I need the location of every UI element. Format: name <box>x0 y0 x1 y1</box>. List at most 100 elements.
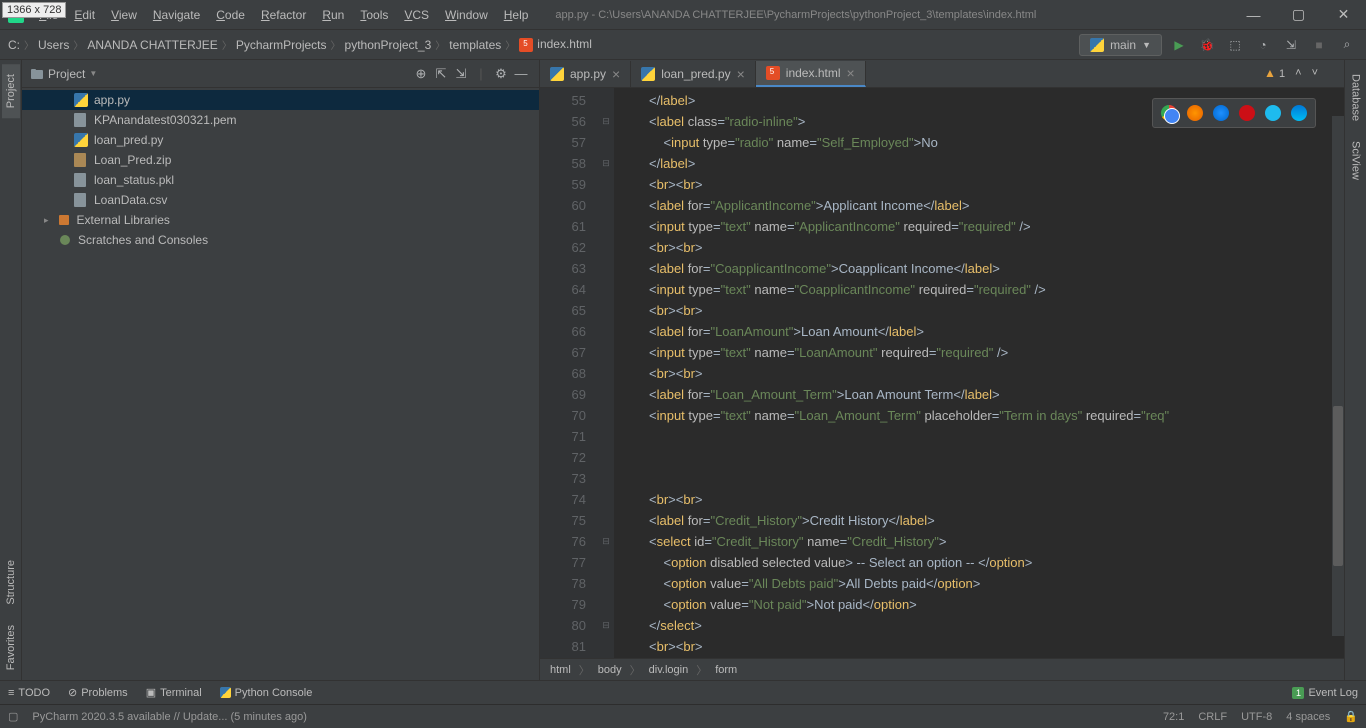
editor-crumb[interactable]: html <box>550 664 571 676</box>
status-message[interactable]: PyCharm 2020.3.5 available // Update... … <box>32 711 307 723</box>
editor-tab[interactable]: loan_pred.py× <box>631 61 756 87</box>
breadcrumb-item[interactable]: Users <box>38 38 69 52</box>
right-tool-stripe: Database SciView <box>1344 60 1366 680</box>
menu-view[interactable]: View <box>104 4 144 26</box>
event-log-button[interactable]: 1 Event Log <box>1292 687 1358 699</box>
attach-button[interactable]: ⇲ <box>1280 34 1302 56</box>
code-content[interactable]: </label> <label class="radio-inline"> <i… <box>614 88 1344 658</box>
breadcrumb-item[interactable]: index.html <box>519 37 592 52</box>
tree-item[interactable]: app.py <box>22 90 539 110</box>
menu-navigate[interactable]: Navigate <box>146 4 207 26</box>
file-encoding[interactable]: UTF-8 <box>1241 711 1272 723</box>
menu-edit[interactable]: Edit <box>67 4 102 26</box>
scrollbar-thumb[interactable] <box>1333 406 1343 566</box>
menu-help[interactable]: Help <box>497 4 536 26</box>
close-button[interactable]: ✕ <box>1321 0 1366 30</box>
line-ending[interactable]: CRLF <box>1198 711 1227 723</box>
divider: | <box>471 66 491 81</box>
editor-crumb[interactable]: form <box>715 664 737 676</box>
close-tab-icon[interactable]: × <box>612 66 620 82</box>
prev-highlight-icon[interactable]: ˄ <box>1295 67 1301 79</box>
menu-window[interactable]: Window <box>438 4 495 26</box>
profile-button[interactable]: ◔ <box>1252 34 1274 56</box>
python-console-toolwindow-tab[interactable]: Python Console <box>220 687 313 699</box>
breadcrumb-item[interactable]: templates <box>449 38 501 52</box>
favorites-toolwindow-tab[interactable]: Favorites <box>2 615 20 680</box>
notification-badge-icon: 1 <box>1292 687 1304 699</box>
menu-refactor[interactable]: Refactor <box>254 4 313 26</box>
close-tab-icon[interactable]: × <box>847 65 855 81</box>
todo-toolwindow-tab[interactable]: ≡TODO <box>8 687 50 699</box>
scratches[interactable]: Scratches and Consoles <box>22 230 539 250</box>
code-editor[interactable]: 5556575859606162636465666768697071727374… <box>540 88 1344 658</box>
warning-icon: ▲ <box>1264 66 1276 80</box>
project-toolwindow-tab[interactable]: Project <box>2 64 20 118</box>
terminal-toolwindow-tab[interactable]: ▣Terminal <box>146 686 202 699</box>
stop-button[interactable]: ■ <box>1308 34 1330 56</box>
settings-icon[interactable]: ⚙ <box>491 66 511 82</box>
menubar: FileEditViewNavigateCodeRefactorRunTools… <box>32 4 535 26</box>
problems-toolwindow-tab[interactable]: ⊘Problems <box>68 686 128 699</box>
editor-area: app.py×loan_pred.py×index.html× ▲ 1 ˄ ˅ … <box>540 60 1344 680</box>
caret-position[interactable]: 72:1 <box>1163 711 1184 723</box>
editor-crumb[interactable]: div.login <box>649 664 689 676</box>
coverage-button[interactable]: ⬚ <box>1224 34 1246 56</box>
database-toolwindow-tab[interactable]: Database <box>1347 64 1365 131</box>
editor-tab[interactable]: index.html× <box>756 61 866 87</box>
menu-code[interactable]: Code <box>209 4 252 26</box>
window-title: app.py - C:\Users\ANANDA CHATTERJEE\Pych… <box>555 9 1231 21</box>
run-config-label: main <box>1110 38 1136 52</box>
dimensions-badge: 1366 x 728 <box>2 2 66 18</box>
vertical-scrollbar[interactable] <box>1332 116 1344 636</box>
tree-item[interactable]: Loan_Pred.zip <box>22 150 539 170</box>
project-tree[interactable]: app.pyKPAnandatest030321.pemloan_pred.py… <box>22 88 539 680</box>
search-everywhere-button[interactable]: ⌕ <box>1336 34 1358 56</box>
minimize-button[interactable]: — <box>1231 0 1276 30</box>
close-tab-icon[interactable]: × <box>737 66 745 82</box>
bottom-tool-stripe: ≡TODO ⊘Problems ▣Terminal Python Console… <box>0 680 1366 704</box>
editor-breadcrumbs: html〉body〉div.login〉form <box>540 658 1344 680</box>
tree-item[interactable]: loan_pred.py <box>22 130 539 150</box>
expand-all-icon[interactable]: ⇱ <box>431 66 451 82</box>
maximize-button[interactable]: ▢ <box>1276 0 1321 30</box>
titlebar: FileEditViewNavigateCodeRefactorRunTools… <box>0 0 1366 30</box>
breadcrumb-item[interactable]: PycharmProjects <box>236 38 327 52</box>
navbar: C:〉Users〉ANANDA CHATTERJEE〉PycharmProjec… <box>0 30 1366 60</box>
breadcrumb-item[interactable]: ANANDA CHATTERJEE <box>87 38 217 52</box>
lock-icon[interactable]: 🔒 <box>1344 710 1358 723</box>
editor-tab[interactable]: app.py× <box>540 61 631 87</box>
structure-toolwindow-tab[interactable]: Structure <box>2 550 20 615</box>
debug-button[interactable]: 🐞 <box>1196 34 1218 56</box>
inspection-badge[interactable]: ▲ 1 ˄ ˅ <box>1264 66 1318 80</box>
menu-run[interactable]: Run <box>315 4 351 26</box>
indent-config[interactable]: 4 spaces <box>1286 711 1330 723</box>
run-button[interactable]: ▶ <box>1168 34 1190 56</box>
tree-item[interactable]: loan_status.pkl <box>22 170 539 190</box>
statusbar: ▢ PyCharm 2020.3.5 available // Update..… <box>0 704 1366 728</box>
tree-item[interactable]: KPAnandatest030321.pem <box>22 110 539 130</box>
left-tool-stripe: Project Structure Favorites <box>0 60 22 680</box>
chevron-down-icon: ▼ <box>1142 40 1151 50</box>
editor-tabs: app.py×loan_pred.py×index.html× <box>540 60 1344 88</box>
breadcrumb-item[interactable]: C: <box>8 38 20 52</box>
next-highlight-icon[interactable]: ˅ <box>1312 67 1318 79</box>
editor-crumb[interactable]: body <box>598 664 622 676</box>
project-panel: Project ▼ ⊕ ⇱ ⇲ | ⚙ — app.pyKPAnandatest… <box>22 60 540 680</box>
tree-item[interactable]: LoanData.csv <box>22 190 539 210</box>
line-numbers-gutter: 5556575859606162636465666768697071727374… <box>540 88 598 658</box>
status-icon[interactable]: ▢ <box>8 710 18 723</box>
external-libraries[interactable]: ▸External Libraries <box>22 210 539 230</box>
python-icon <box>1090 38 1104 52</box>
chevron-down-icon: ▼ <box>89 69 97 78</box>
menu-tools[interactable]: Tools <box>353 4 395 26</box>
hide-icon[interactable]: — <box>511 66 531 81</box>
locate-icon[interactable]: ⊕ <box>411 66 431 82</box>
collapse-all-icon[interactable]: ⇲ <box>451 66 471 82</box>
breadcrumbs: C:〉Users〉ANANDA CHATTERJEE〉PycharmProjec… <box>8 37 592 52</box>
project-panel-title[interactable]: Project ▼ <box>30 67 97 81</box>
sciview-toolwindow-tab[interactable]: SciView <box>1347 131 1365 190</box>
run-config-selector[interactable]: main ▼ <box>1079 34 1162 56</box>
fold-gutter[interactable]: ⊟⊟⊟⊟ <box>598 88 614 658</box>
breadcrumb-item[interactable]: pythonProject_3 <box>345 38 432 52</box>
menu-vcs[interactable]: VCS <box>397 4 436 26</box>
